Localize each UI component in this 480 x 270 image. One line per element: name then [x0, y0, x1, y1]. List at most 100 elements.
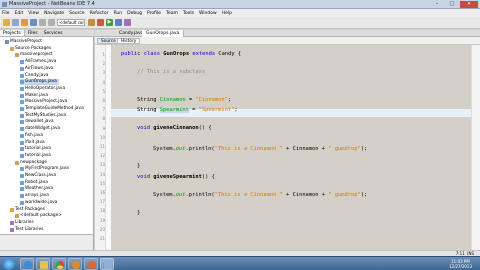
code-line: System.out.println("This is a Cinnamon "…: [153, 146, 368, 152]
line-number: 7: [102, 107, 105, 113]
menu-refactor[interactable]: Refactor: [90, 11, 109, 16]
code-editor[interactable]: public class GunOrops extends Candy { //…: [111, 45, 471, 250]
tree-item[interactable]: newpackage: [15, 160, 47, 166]
tree-item-label: <default package>: [20, 213, 62, 219]
tree-item[interactable]: TemplateGuideMethod.java: [20, 106, 84, 112]
config-select[interactable]: <default config>: [57, 19, 85, 26]
java-file-icon: [20, 60, 24, 65]
tree-item[interactable]: MassiveProject.java: [20, 99, 67, 105]
tree-item[interactable]: AllFrames.java: [20, 59, 56, 65]
editor-scrollbar[interactable]: [471, 45, 480, 250]
undo-icon[interactable]: [39, 19, 46, 26]
menu-navigate[interactable]: Navigate: [44, 11, 64, 16]
menu-tools[interactable]: Tools: [183, 11, 194, 16]
tree-item[interactable]: Source Packages: [10, 46, 51, 52]
line-number: 13: [99, 162, 105, 168]
java-file-icon: [20, 167, 24, 172]
save-all-icon[interactable]: [30, 19, 37, 26]
menu-source[interactable]: Source: [69, 11, 84, 16]
taskbar-explorer-icon[interactable]: [36, 258, 50, 270]
tree-item[interactable]: ifixit.java: [20, 140, 45, 146]
tab-projects[interactable]: Projects: [0, 30, 25, 36]
code-line: void giveneCinnanon() {: [137, 125, 212, 131]
tree-item[interactable]: tutorial.java: [20, 153, 51, 159]
system-clock[interactable]: 11:03 PM 12/27/2013: [449, 259, 472, 269]
tab-services[interactable]: Services: [41, 30, 66, 36]
minimize-button[interactable]: –: [430, 1, 444, 8]
profile-icon[interactable]: [124, 19, 131, 26]
tree-item[interactable]: HelloOperator.java: [20, 86, 65, 92]
tree-item[interactable]: Weather.java: [20, 186, 53, 192]
tree-item[interactable]: massiveproject: [15, 52, 53, 58]
tab-files[interactable]: Files: [25, 30, 41, 36]
tree-item-label: MassiveProject.java: [25, 99, 68, 105]
code-line: System.out.println("This is a Cinnamon "…: [153, 192, 368, 198]
close-button[interactable]: ✕: [460, 1, 478, 8]
taskbar-media-icon[interactable]: [68, 258, 82, 270]
tree-item[interactable]: dateWidget.java: [20, 126, 60, 132]
line-number: 3: [102, 70, 105, 76]
menu-team[interactable]: Team: [166, 11, 178, 16]
redo-icon[interactable]: [48, 19, 55, 26]
tree-item-label: AirFlows.java: [25, 65, 54, 71]
tree-item[interactable]: MyFirstProgram.java: [20, 166, 69, 172]
tree-item-label: HelloOperator.java: [25, 85, 66, 91]
tree-item[interactable]: MassiveProject: [5, 39, 42, 45]
projects-panel-tabs: Projects Files Services: [0, 30, 94, 37]
tab-gunorops-java[interactable]: GunOrops.java: [142, 30, 185, 37]
tree-item-label: NewClass.java: [25, 173, 57, 178]
menu-window[interactable]: Window: [199, 11, 217, 16]
taskbar-netbeans-icon[interactable]: [100, 258, 114, 270]
tree-item[interactable]: GunOrops.java: [20, 79, 59, 86]
new-project-icon[interactable]: [3, 19, 10, 26]
tree-item[interactable]: <default package>: [15, 213, 62, 219]
tree-item[interactable]: Candy.java: [20, 73, 48, 79]
java-file-icon: [20, 174, 24, 178]
tree-item-label: Libraries: [15, 219, 34, 225]
tree-item-label: GunOrops.java: [25, 79, 57, 85]
new-file-icon[interactable]: [12, 19, 19, 26]
tree-item[interactable]: Maker.java: [20, 93, 48, 99]
menu-edit[interactable]: Edit: [15, 11, 24, 16]
maximize-button[interactable]: □: [445, 1, 459, 8]
start-button-icon[interactable]: [3, 258, 15, 270]
menu-view[interactable]: View: [28, 11, 39, 16]
tree-item-label: TestMyStudies.java: [25, 112, 67, 118]
tree-item[interactable]: arrays.java: [20, 193, 49, 199]
debug-icon[interactable]: [115, 19, 122, 26]
run-icon[interactable]: ▶: [106, 19, 113, 26]
tree-item[interactable]: AirFlows.java: [20, 66, 53, 72]
code-line: }: [137, 210, 141, 216]
taskbar-chrome-icon[interactable]: [52, 258, 66, 270]
taskbar-ie-icon[interactable]: [20, 258, 34, 270]
tree-item[interactable]: NewClass.java: [20, 173, 56, 179]
title-bar: MassiveProject - NetBeans IDE 7.4 – □ ✕: [0, 0, 480, 9]
clean-build-icon[interactable]: [97, 19, 104, 26]
open-project-icon[interactable]: [21, 19, 28, 26]
line-number: 20: [99, 226, 105, 232]
tree-item[interactable]: tutorial.java: [20, 146, 51, 152]
tree-item[interactable]: Libraries: [10, 220, 34, 226]
tree-item[interactable]: Test Libraries: [10, 227, 43, 233]
java-file-icon: [20, 200, 24, 205]
menu-profile[interactable]: Profile: [147, 11, 161, 16]
menu-help[interactable]: Help: [222, 11, 232, 16]
menu-run[interactable]: Run: [113, 11, 122, 16]
taskbar-firefox-icon[interactable]: [84, 258, 98, 270]
tree-item[interactable]: Test Packages: [10, 207, 45, 213]
code-line: }: [137, 163, 141, 169]
build-icon[interactable]: [88, 19, 95, 26]
tree-item-label: dateWidget.java: [25, 126, 61, 132]
tree-item[interactable]: Robot.java: [20, 180, 48, 186]
tree-item[interactable]: dewallet.java: [20, 119, 54, 125]
menu-file[interactable]: File: [2, 11, 10, 16]
tree-item-label: Source Packages: [15, 45, 52, 51]
tree-item[interactable]: fish.java: [20, 133, 43, 139]
java-file-icon: [20, 80, 24, 85]
tree-item[interactable]: TestMyStudies.java: [20, 113, 66, 119]
history-tab[interactable]: History: [117, 38, 141, 44]
tree-item[interactable]: worldwide.java: [20, 200, 57, 206]
menu-debug[interactable]: Debug: [127, 11, 142, 16]
tree-item-label: newpackage: [20, 159, 48, 165]
java-file-icon: [20, 180, 24, 185]
